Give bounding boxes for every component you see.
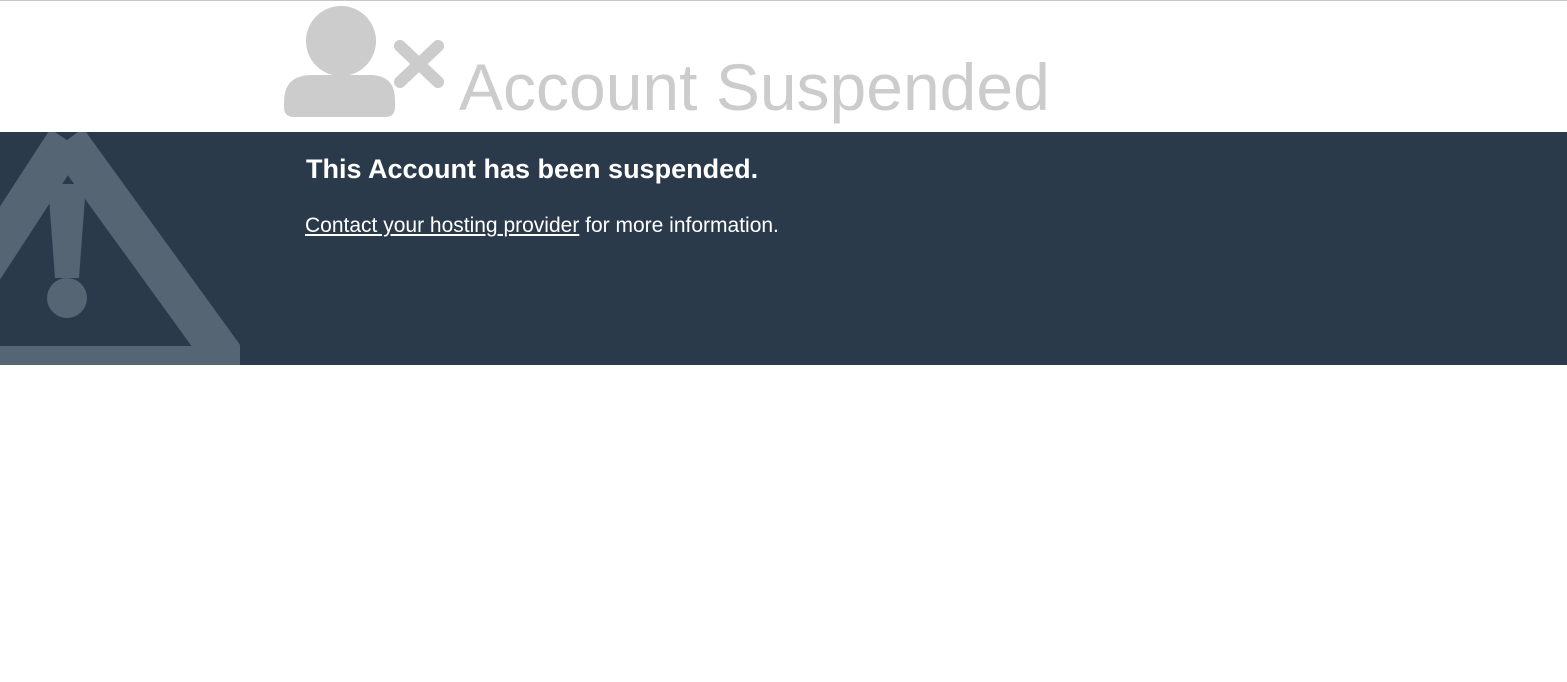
warning-icon	[0, 132, 240, 365]
page-header: Account Suspended	[0, 1, 1567, 132]
suspension-heading: This Account has been suspended.	[306, 154, 759, 184]
contact-message: Contact your hosting provider for more i…	[305, 214, 779, 238]
user-x-icon	[284, 6, 444, 117]
suspension-banner: This Account has been suspended. Contact…	[0, 132, 1567, 365]
contact-message-suffix: for more information.	[579, 214, 779, 237]
page-title: Account Suspended	[459, 50, 1050, 124]
contact-provider-link[interactable]: Contact your hosting provider	[305, 214, 579, 237]
